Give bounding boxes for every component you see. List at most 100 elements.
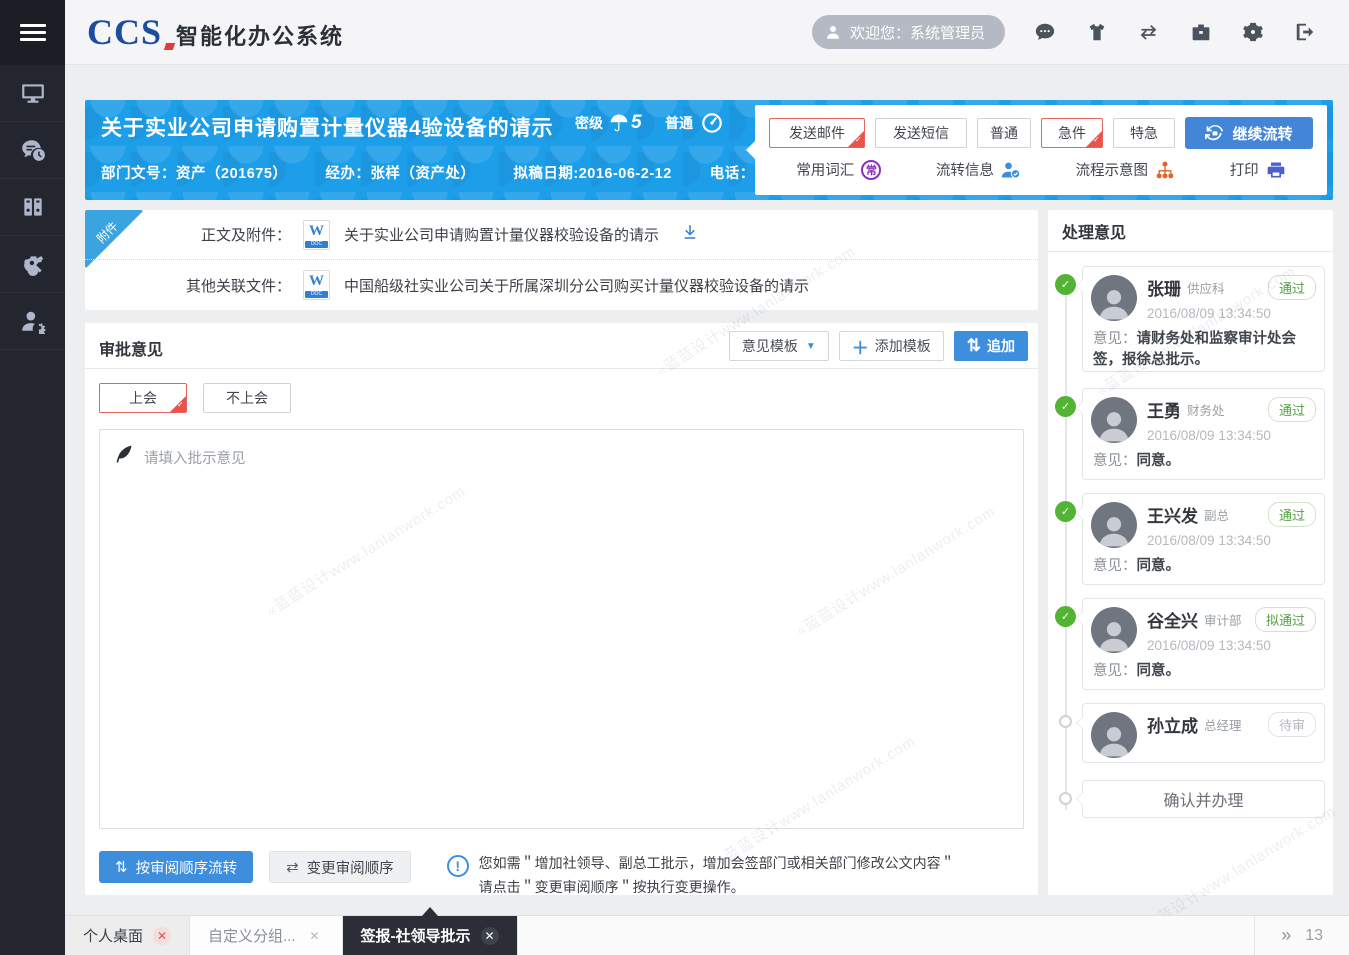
archive-icon [20, 194, 46, 220]
check-circle-icon [1055, 396, 1076, 417]
urgent-button[interactable]: 急件 [1041, 118, 1103, 148]
opinion-card: 王兴发副总通过2016/08/09 13:34:50意见：同意。 [1082, 493, 1325, 585]
extra-urgent-button[interactable]: 特急 [1113, 118, 1175, 148]
check-circle-icon [1055, 606, 1076, 627]
hamburger-menu-icon[interactable] [0, 0, 65, 65]
opinion-time: 2016/08/09 13:34:50 [1147, 638, 1316, 653]
opinion-text: 意见：请财务处和监察审计处会签，报徐总批示。 [1083, 321, 1324, 381]
word-doc-icon: WDOC [303, 270, 330, 300]
logout-button[interactable] [1279, 12, 1331, 52]
gear-wrench-icon [20, 251, 46, 277]
plus-icon: ＋ [852, 334, 869, 359]
append-button[interactable]: ⇅追加 [954, 331, 1028, 361]
confirm-handle-button[interactable]: 确认并办理 [1082, 780, 1325, 818]
main-content: 关于实业公司申请购置计量仪器4验设备的请示 密级 5 普通 部门文号：资产（20… [65, 65, 1349, 915]
download-icon[interactable] [681, 223, 699, 246]
opinion-text: 意见：同意。 [1083, 443, 1324, 482]
gauge-icon [701, 112, 723, 134]
approval-title: 审批意见 [99, 336, 163, 360]
chevron-down-icon: ▼ [806, 341, 816, 352]
welcome-user-badge[interactable]: 欢迎您：系统管理员 [812, 15, 1005, 49]
app-title: 智能化办公系统 [176, 19, 344, 51]
theme-button[interactable] [1071, 12, 1123, 52]
opinion-time: 2016/08/09 13:34:50 [1147, 306, 1316, 321]
sidebar-item-user-settings[interactable] [0, 293, 65, 350]
welcome-text: 欢迎您：系统管理员 [850, 22, 985, 43]
status-badge: 通过 [1268, 502, 1316, 527]
secrecy-value: 5 [631, 112, 642, 134]
swap-icon: ⇄ [286, 858, 299, 876]
close-icon[interactable]: ✕ [306, 927, 324, 945]
opinion-textarea[interactable]: 请填入批示意见 [99, 429, 1024, 829]
notice-line1: 您如需＂增加社领导、副总工批示，增加会签部门或相关部门修改公文内容＂ [479, 851, 955, 875]
opinion-card: 孙立成总经理待审 [1082, 703, 1325, 763]
action-panel: 发送邮件 发送短信 普通 急件 特急 继续流转 常用词汇 常 流转信息 [755, 105, 1327, 195]
close-icon[interactable]: ✕ [481, 927, 499, 945]
theme-icon [1086, 21, 1108, 43]
main-attachment-link[interactable]: 关于实业公司申请购置计量仪器校验设备的请示 [344, 224, 659, 245]
approval-panel: 审批意见 意见模板▼ ＋添加模板 ⇅追加 上会 不上会 请填入批示意见 ⇅按审阅… [85, 323, 1038, 895]
print-link[interactable]: 打印 [1230, 159, 1286, 180]
approver-name: 张珊 [1147, 275, 1181, 300]
opinion-card: 王勇财务处通过2016/08/09 13:34:50意见：同意。 [1082, 388, 1325, 480]
chat-clock-icon [20, 137, 46, 163]
status-badge: 通过 [1268, 397, 1316, 422]
normal-priority-button[interactable]: 普通 [977, 118, 1031, 148]
document-header: 关于实业公司申请购置计量仪器4验设备的请示 密级 5 普通 部门文号：资产（20… [85, 100, 1333, 200]
sidebar-item-archive[interactable] [0, 179, 65, 236]
sidebar-item-gear-wrench[interactable] [0, 236, 65, 293]
message-button[interactable] [1019, 12, 1071, 52]
transfer-button[interactable] [1123, 12, 1175, 52]
flow-info-link[interactable]: 流转信息 [936, 159, 1021, 180]
change-order-button[interactable]: ⇄变更审阅顺序 [269, 851, 411, 883]
opinion-template-dropdown[interactable]: 意见模板▼ [729, 331, 829, 361]
common-words-icon: 常 [861, 160, 881, 180]
meeting-no-button[interactable]: 不上会 [203, 383, 291, 413]
tab-pager: » 13 [1254, 916, 1349, 955]
related-file-link[interactable]: 中国船级社实业公司关于所属深圳分公司购买计量仪器校验设备的请示 [344, 275, 809, 296]
sidebar-item-chat-clock[interactable] [0, 122, 65, 179]
doc-number: 部门文号：资产（201675） [101, 162, 287, 183]
briefcase-button[interactable] [1175, 12, 1227, 52]
approver-dept: 审计部 [1204, 610, 1242, 629]
user-icon [824, 23, 842, 41]
send-sms-button[interactable]: 发送短信 [875, 118, 967, 148]
approver-dept: 财务处 [1187, 400, 1225, 419]
status-badge: 通过 [1268, 275, 1316, 300]
double-chevron-right-icon[interactable]: » [1281, 925, 1291, 946]
doc-handler: 经办：张样（资产处） [325, 162, 475, 183]
opinion-card: 张珊供应科通过2016/08/09 13:34:50意见：请财务处和监察审计处会… [1082, 266, 1325, 372]
document-title: 关于实业公司申请购置计量仪器4验设备的请示 [101, 112, 554, 142]
tab-2[interactable]: 自定义分组... ✕ [190, 916, 343, 955]
bottom-tab-bar: 个人桌面✕ 自定义分组... ✕ 签报-社领导批示 ✕ » 13 [65, 915, 1349, 955]
umbrella-icon [609, 113, 629, 133]
flow-chart-link[interactable]: 流程示意图 [1076, 159, 1176, 180]
main-attachment-label: 正文及附件： [85, 224, 291, 245]
tab-label: 自定义分组... [208, 925, 296, 946]
add-template-button[interactable]: ＋添加模板 [839, 331, 944, 361]
desktop-icon [20, 80, 46, 106]
settings-button[interactable] [1227, 12, 1279, 52]
sitemap-icon [1155, 160, 1175, 180]
meeting-yes-button[interactable]: 上会 [99, 383, 187, 413]
sidebar-item-desktop[interactable] [0, 65, 65, 122]
tab-3[interactable]: 签报-社领导批示 ✕ [343, 916, 518, 955]
flow-by-order-button[interactable]: ⇅按审阅顺序流转 [99, 851, 253, 883]
panel-notch [746, 141, 755, 159]
top-bar: CCS 智能化办公系统 欢迎您：系统管理员 [65, 0, 1349, 65]
checked-corner-icon [1086, 131, 1102, 147]
close-icon[interactable]: ✕ [153, 927, 171, 945]
avatar [1091, 712, 1137, 758]
tab-label: 签报-社领导批示 [361, 925, 471, 946]
tab-1[interactable]: 个人桌面✕ [65, 916, 190, 955]
approver-dept: 总经理 [1204, 715, 1242, 734]
send-mail-button[interactable]: 发送邮件 [769, 118, 865, 148]
continue-flow-button[interactable]: 继续流转 [1185, 117, 1313, 149]
up-down-arrows-icon: ⇅ [115, 858, 128, 876]
opinions-panel: 处理意见 张珊供应科通过2016/08/09 13:34:50意见：请财务处和监… [1048, 210, 1333, 895]
cycle-icon [1205, 123, 1225, 143]
common-words-link[interactable]: 常用词汇 常 [796, 159, 881, 180]
append-icon: ⇅ [967, 336, 981, 356]
avatar [1091, 502, 1137, 548]
info-icon: ! [447, 855, 469, 877]
